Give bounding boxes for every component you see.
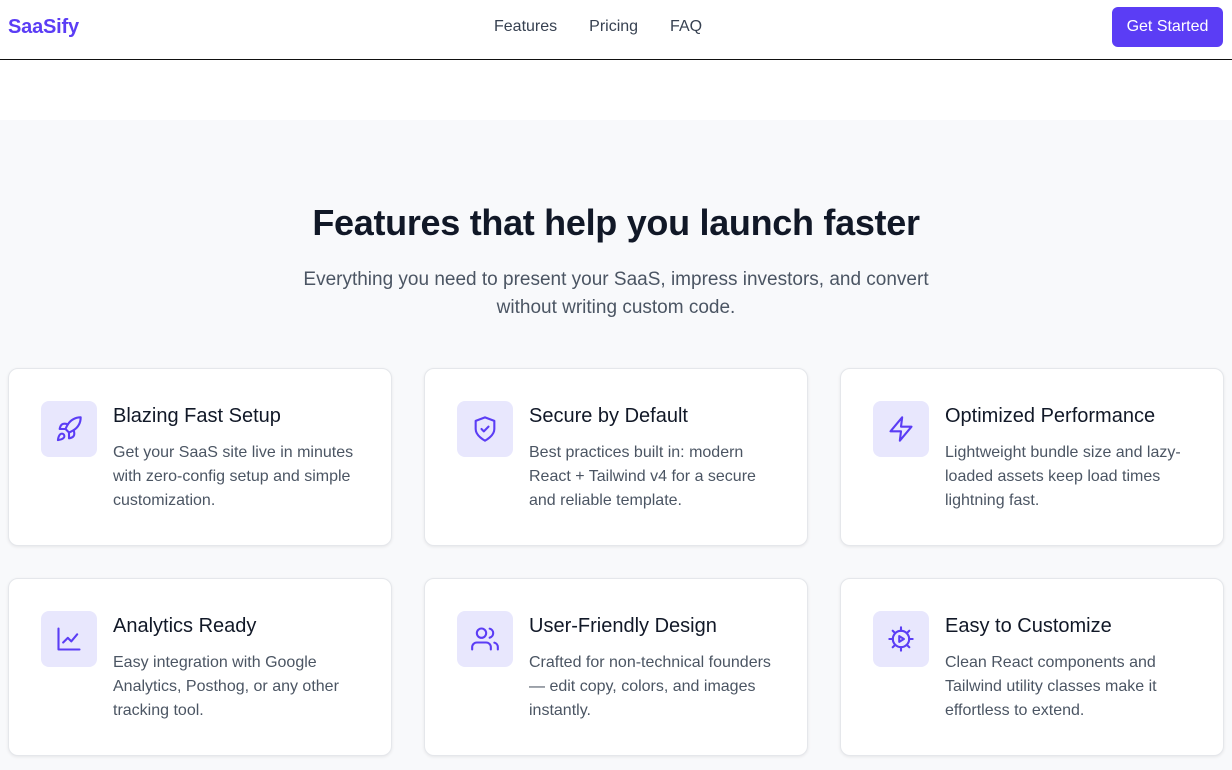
features-grid: Blazing Fast Setup Get your SaaS site li… (8, 368, 1224, 756)
logo[interactable]: SaaSify (8, 16, 79, 39)
users-icon (457, 611, 513, 667)
feature-description: Crafted for non-technical founders — edi… (529, 654, 771, 719)
feature-title: Secure by Default (529, 405, 688, 427)
nav-link-pricing[interactable]: Pricing (589, 18, 638, 36)
feature-title: Easy to Customize (945, 615, 1112, 637)
gear-icon (873, 611, 929, 667)
feature-card-fast-setup: Blazing Fast Setup Get your SaaS site li… (8, 368, 392, 546)
feature-title: User-Friendly Design (529, 615, 717, 637)
feature-description: Easy integration with Google Analytics, … (113, 654, 339, 719)
navbar: SaaSify Features Pricing FAQ Get Started (0, 0, 1232, 60)
shield-check-icon (457, 401, 513, 457)
feature-card-analytics: Analytics Ready Easy integration with Go… (8, 578, 392, 756)
section-subtitle: Everything you need to present your SaaS… (303, 269, 929, 318)
feature-description: Clean React components and Tailwind util… (945, 654, 1157, 719)
feature-title: Blazing Fast Setup (113, 405, 281, 427)
nav-links: Features Pricing FAQ (494, 18, 702, 36)
feature-card-performance: Optimized Performance Lightweight bundle… (840, 368, 1224, 546)
rocket-icon (41, 401, 97, 457)
feature-title: Optimized Performance (945, 405, 1156, 427)
feature-title: Analytics Ready (113, 615, 257, 637)
chart-line-icon (41, 611, 97, 667)
nav-link-features[interactable]: Features (494, 18, 557, 36)
lightning-icon (873, 401, 929, 457)
feature-description: Lightweight bundle size and lazy-loaded … (945, 444, 1181, 509)
feature-description: Best practices built in: modern React + … (529, 444, 756, 509)
nav-link-faq[interactable]: FAQ (670, 18, 702, 36)
get-started-button[interactable]: Get Started (1112, 7, 1223, 47)
feature-card-design: User-Friendly Design Crafted for non-tec… (424, 578, 808, 756)
section-title: Features that help you launch faster (312, 202, 920, 243)
feature-description: Get your SaaS site live in minutes with … (113, 444, 354, 509)
feature-card-customize: Easy to Customize Clean React components… (840, 578, 1224, 756)
features-section: Features that help you launch faster Eve… (0, 120, 1232, 770)
feature-card-secure: Secure by Default Best practices built i… (424, 368, 808, 546)
